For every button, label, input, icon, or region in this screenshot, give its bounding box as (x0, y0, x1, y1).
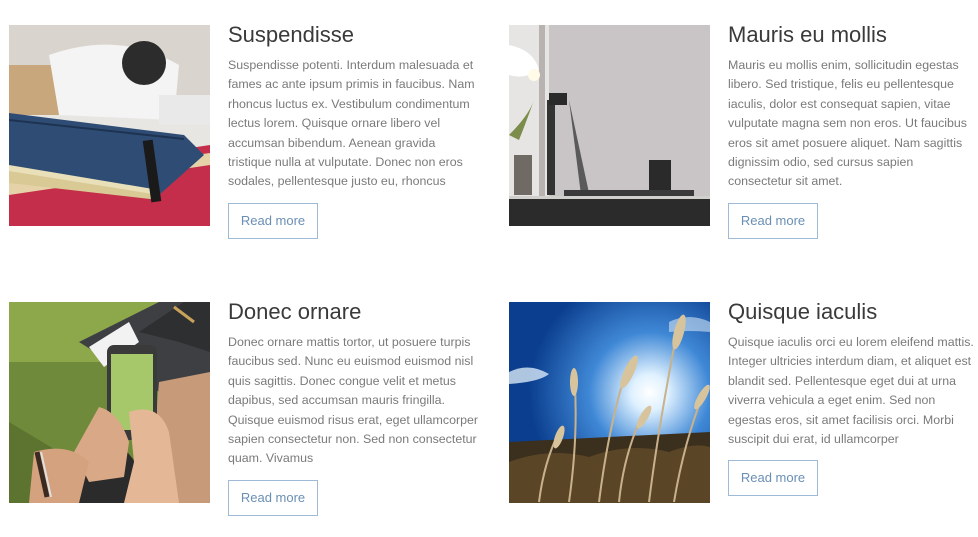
read-more-button[interactable]: Read more (228, 479, 318, 516)
workspace-image[interactable] (509, 25, 710, 226)
post-content: Mauris eu mollis Mauris eu mollis enim, … (728, 20, 978, 239)
notebooks-image[interactable] (9, 25, 210, 226)
post-title[interactable]: Donec ornare (228, 297, 478, 327)
post-content: Suspendisse Suspendisse potenti. Interdu… (228, 20, 478, 239)
read-more-button[interactable]: Read more (228, 202, 318, 239)
post-excerpt: Quisque iaculis orci eu lorem eleifend m… (728, 335, 974, 447)
post-card: Donec ornare Donec ornare mattis tortor,… (9, 299, 479, 537)
phone-photo (9, 302, 210, 503)
post-content: Quisque iaculis Quisque iaculis orci eu … (728, 297, 978, 497)
post-excerpt: Donec ornare mattis tortor, ut posuere t… (228, 335, 478, 466)
post-card: Quisque iaculis Quisque iaculis orci eu … (509, 299, 978, 537)
notebooks-photo (9, 25, 210, 226)
read-more-button[interactable]: Read more (728, 460, 818, 497)
post-excerpt: Suspendisse potenti. Interdum malesuada … (228, 58, 475, 189)
grass-sky-photo (509, 302, 710, 503)
post-excerpt: Mauris eu mollis enim, sollicitudin eges… (728, 58, 967, 189)
workspace-photo (509, 25, 710, 226)
post-title[interactable]: Mauris eu mollis (728, 20, 978, 50)
post-content: Donec ornare Donec ornare mattis tortor,… (228, 297, 478, 516)
post-card: Mauris eu mollis Mauris eu mollis enim, … (509, 22, 978, 260)
post-title[interactable]: Quisque iaculis (728, 297, 978, 327)
post-title[interactable]: Suspendisse (228, 20, 478, 50)
grass-sky-image[interactable] (509, 302, 710, 503)
read-more-button[interactable]: Read more (728, 202, 818, 239)
phone-image[interactable] (9, 302, 210, 503)
post-card: Suspendisse Suspendisse potenti. Interdu… (9, 22, 479, 260)
